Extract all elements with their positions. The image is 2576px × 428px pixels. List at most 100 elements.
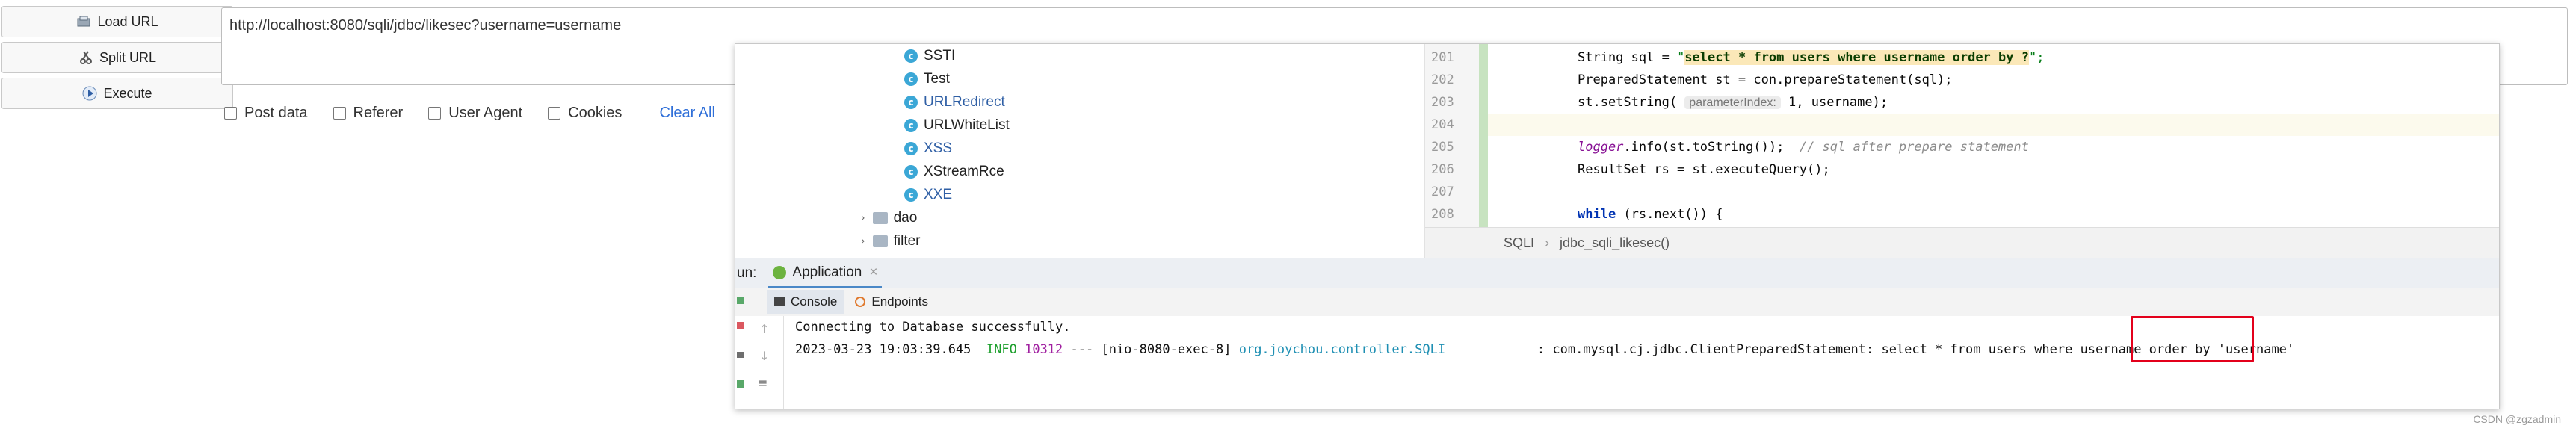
code-line-206: ResultSet rs = st.executeQuery(); xyxy=(1578,162,1830,177)
code-line-201: String sql = "select * from users where … xyxy=(1578,50,2045,65)
line-number: 201 xyxy=(1431,50,1454,65)
tree-item-urlwhitelist[interactable]: c URLWhiteList xyxy=(904,115,1010,136)
tree-item-label: XXE xyxy=(924,187,953,202)
tree-item-urlredirect[interactable]: c URLRedirect xyxy=(904,92,1005,113)
line-number: 202 xyxy=(1431,72,1454,87)
referer-option[interactable]: Referer xyxy=(333,105,404,122)
tree-folder-label: dao xyxy=(893,210,918,226)
load-url-label: Load URL xyxy=(97,13,158,29)
run-tab-application[interactable]: Application × xyxy=(768,258,883,288)
code-editor[interactable]: 201 202 203 204 205 206 207 208 String s… xyxy=(1424,44,2499,258)
load-url-button[interactable]: Load URL xyxy=(1,6,233,37)
chevron-right-icon[interactable]: › xyxy=(861,212,865,224)
post-data-label: Post data xyxy=(244,105,308,121)
vcs-change-marker xyxy=(1479,44,1488,227)
console-line: Connecting to Database successfully. xyxy=(795,320,1071,335)
tree-item-label: URLWhiteList xyxy=(924,117,1010,133)
execute-button[interactable]: Execute xyxy=(1,78,233,109)
current-line-highlight xyxy=(1488,114,2499,136)
tab-console[interactable]: Console xyxy=(767,290,845,314)
rerun-icon[interactable] xyxy=(737,297,744,304)
code-line-205: logger.info(st.toString()); // sql after… xyxy=(1578,140,2029,155)
post-data-option[interactable]: Post data xyxy=(224,105,308,122)
chevron-right-icon[interactable]: › xyxy=(861,235,865,247)
project-tree: c SSTI c Test c URLRedirect c URLWhiteLi… xyxy=(735,44,1424,258)
breadcrumb: SQLI › jdbc_sqli_likesec() xyxy=(1425,227,2499,258)
log-time: 2023-03-23 19:03:39.645 xyxy=(795,342,972,357)
camera-icon[interactable] xyxy=(737,352,744,358)
line-number: 205 xyxy=(1431,140,1454,155)
pin-icon[interactable] xyxy=(737,380,744,388)
console-log-line: 2023-03-23 19:03:39.645 INFO 10312 --- [… xyxy=(795,342,2295,357)
class-icon: c xyxy=(904,96,918,109)
run-side-icons xyxy=(735,288,746,409)
tree-item-label: XStreamRce xyxy=(924,164,1004,179)
soft-wrap-icon[interactable]: ≡ xyxy=(758,376,767,390)
request-options: Post data Referer User Agent Cookies Cle… xyxy=(224,105,715,122)
tree-item-label: SSTI xyxy=(924,48,956,63)
split-url-button[interactable]: Split URL xyxy=(1,42,233,73)
folder-icon xyxy=(872,235,888,247)
highlight-annotation-box xyxy=(2131,316,2254,362)
parameter-hint: parameterIndex: xyxy=(1684,96,1781,109)
split-url-label: Split URL xyxy=(99,49,157,65)
tree-item-label: XSS xyxy=(924,140,953,156)
tree-item-xxe[interactable]: c XXE xyxy=(904,184,952,205)
console-output[interactable]: ↑ ↓ ≡ Connecting to Database successfull… xyxy=(735,316,2499,409)
console-tabbar: Console Endpoints xyxy=(735,288,2499,317)
user-agent-label: User Agent xyxy=(448,105,523,121)
folder-icon xyxy=(872,212,888,224)
load-url-icon xyxy=(76,14,91,29)
endpoints-icon xyxy=(855,297,866,307)
class-icon: c xyxy=(904,49,918,63)
line-number: 204 xyxy=(1431,117,1454,132)
cookies-option[interactable]: Cookies xyxy=(548,105,622,122)
sql-select: select xyxy=(1684,50,1731,65)
line-number: 207 xyxy=(1431,184,1454,199)
breadcrumb-method[interactable]: jdbc_sqli_likesec() xyxy=(1560,235,1670,251)
stop-icon[interactable] xyxy=(737,322,744,329)
user-agent-checkbox[interactable] xyxy=(428,107,442,120)
tab-endpoints-label: Endpoints xyxy=(871,294,928,308)
cookies-checkbox[interactable] xyxy=(548,107,561,120)
class-icon: c xyxy=(904,165,918,179)
tree-item-ssti[interactable]: c SSTI xyxy=(904,46,955,66)
breadcrumb-class[interactable]: SQLI xyxy=(1504,235,1534,251)
scroll-down-icon[interactable]: ↓ xyxy=(759,349,769,363)
watermark: CSDN @zgzadmin xyxy=(2473,413,2561,425)
run-toolbar: un: Application × xyxy=(735,258,2499,288)
line-number: 203 xyxy=(1431,95,1454,110)
tree-folder-dao[interactable]: › dao xyxy=(861,208,917,229)
run-tab-label: Application xyxy=(792,264,862,280)
code-line-208: while (rs.next()) { xyxy=(1578,207,1723,222)
tree-item-xstreamrce[interactable]: c XStreamRce xyxy=(904,161,1004,182)
execute-label: Execute xyxy=(103,85,152,101)
class-icon: c xyxy=(904,188,918,202)
tree-folder-label: filter xyxy=(893,233,921,249)
spring-boot-icon xyxy=(773,265,787,279)
post-data-checkbox[interactable] xyxy=(224,107,237,120)
tree-folder-filter[interactable]: › filter xyxy=(861,231,921,252)
scroll-up-icon[interactable]: ↑ xyxy=(759,322,769,336)
code-line-202: PreparedStatement st = con.prepareStatem… xyxy=(1578,72,1953,87)
referer-checkbox[interactable] xyxy=(333,107,346,120)
tree-item-test[interactable]: c Test xyxy=(904,69,950,90)
play-icon xyxy=(82,86,97,101)
clear-all-link[interactable]: Clear All xyxy=(659,105,714,122)
user-agent-option[interactable]: User Agent xyxy=(428,105,522,122)
class-icon: c xyxy=(904,119,918,132)
class-icon: c xyxy=(904,142,918,155)
line-number-gutter: 201 202 203 204 205 206 207 208 xyxy=(1425,44,1479,227)
class-icon: c xyxy=(904,72,918,86)
tree-item-label: URLRedirect xyxy=(924,94,1005,110)
referer-label: Referer xyxy=(353,105,404,121)
chevron-right-icon: › xyxy=(1545,235,1550,250)
tab-console-label: Console xyxy=(791,294,838,308)
ide-window: c SSTI c Test c URLRedirect c URLWhiteLi… xyxy=(735,43,2500,409)
code-area[interactable]: String sql = "select * from users where … xyxy=(1488,44,2499,227)
close-icon[interactable]: × xyxy=(869,264,877,281)
tree-item-label: Test xyxy=(924,71,950,87)
tab-endpoints[interactable]: Endpoints xyxy=(855,294,928,309)
tree-item-xss[interactable]: c XSS xyxy=(904,138,952,159)
url-value: http://localhost:8080/sqli/jdbc/likesec?… xyxy=(229,17,622,34)
